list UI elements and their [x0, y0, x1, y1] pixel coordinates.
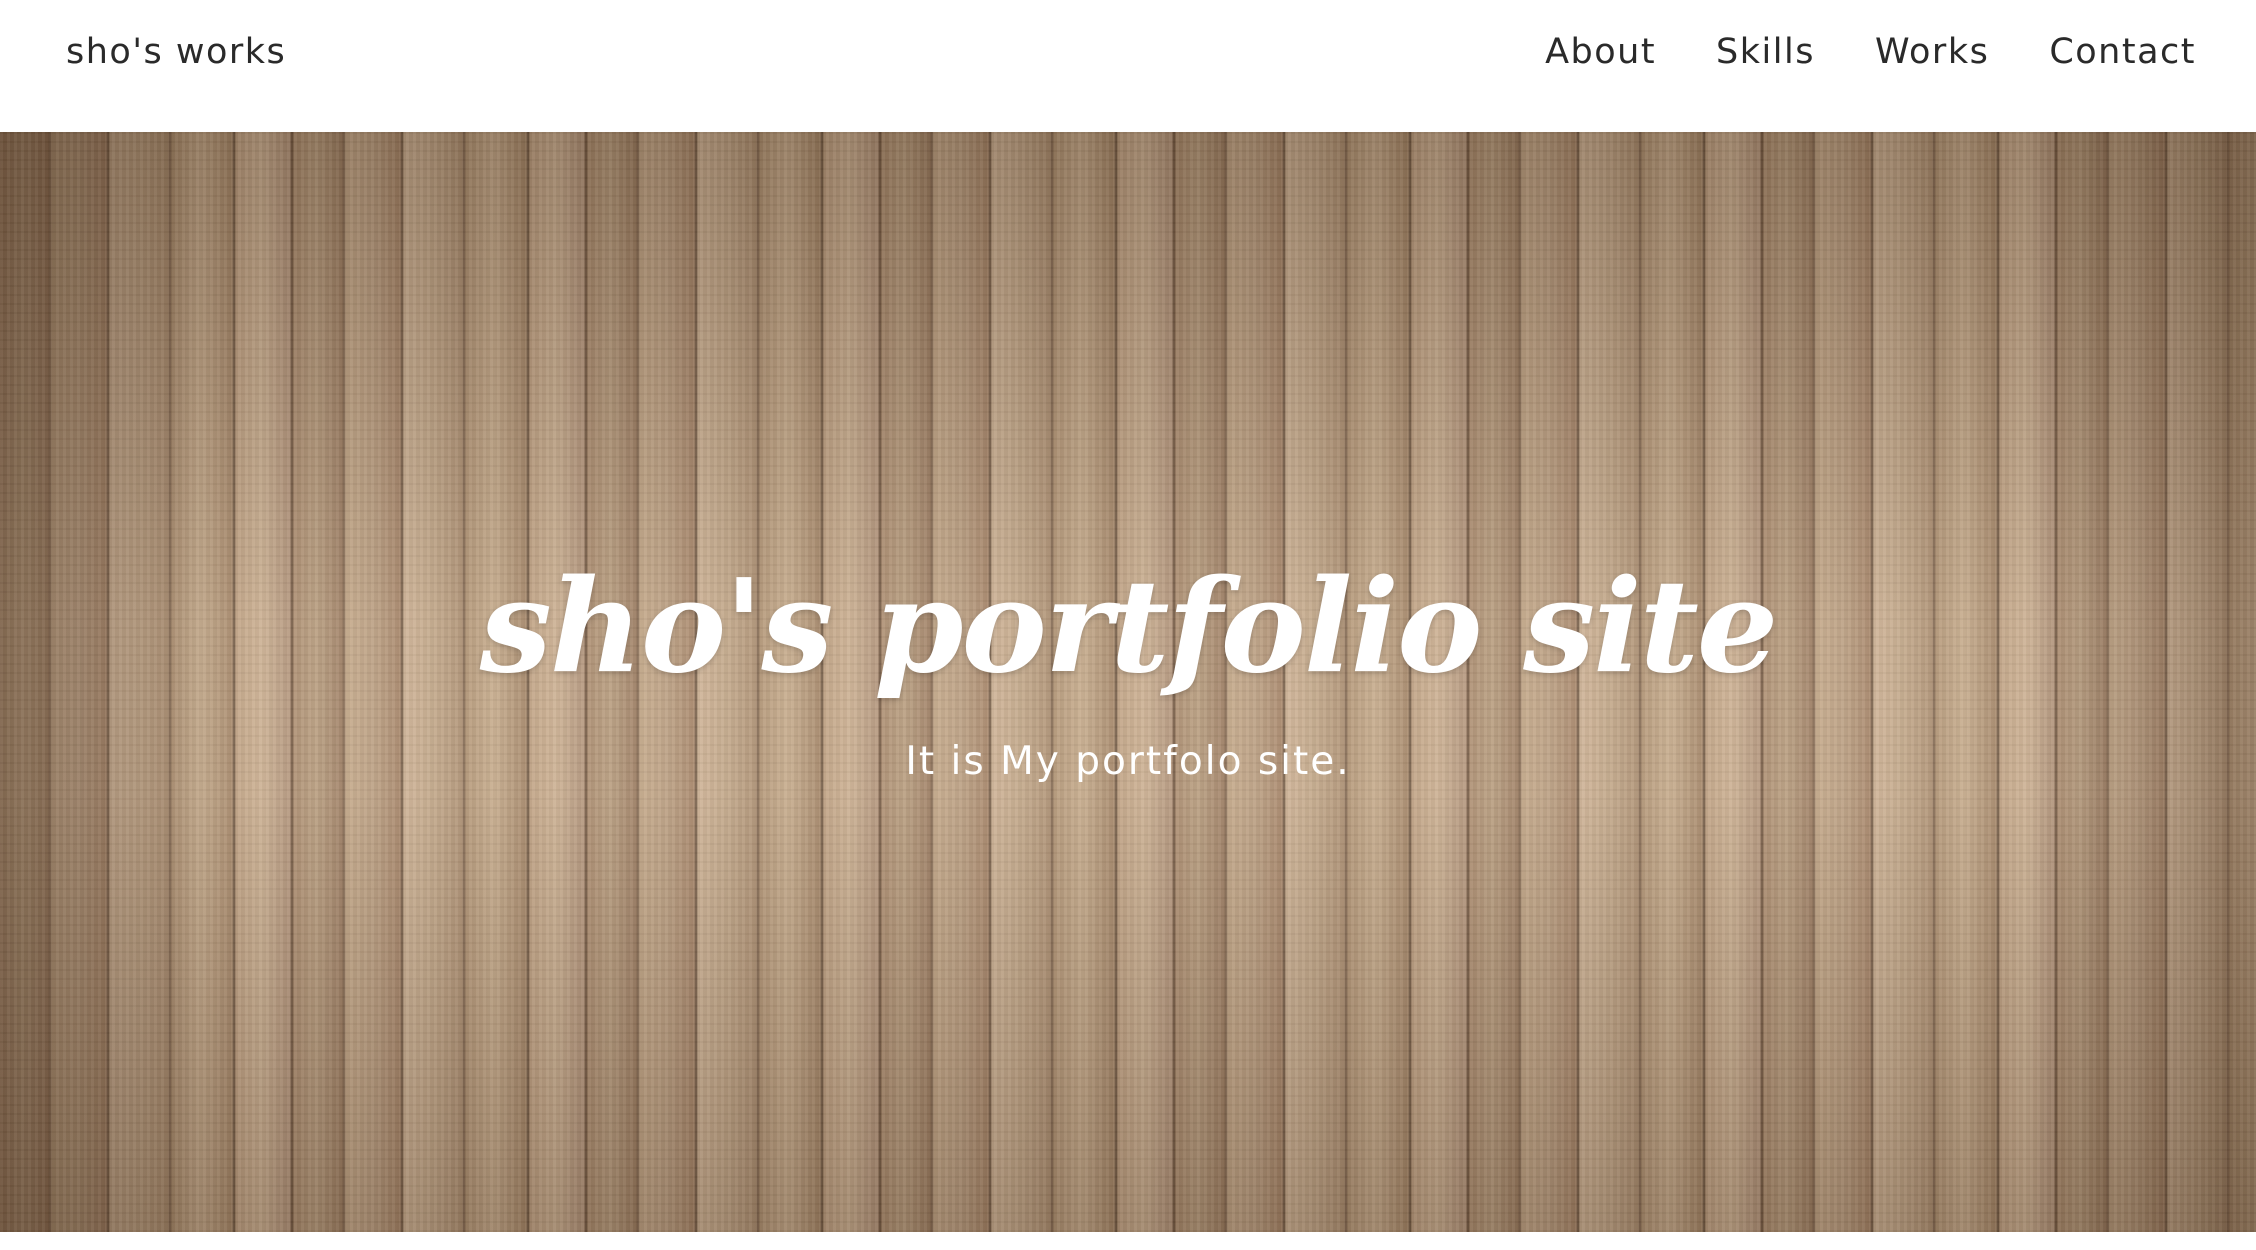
main-nav: About Skills Works Contact — [1545, 22, 2196, 82]
brand-link[interactable]: sho's works — [66, 22, 286, 82]
nav-link-works[interactable]: Works — [1875, 22, 1989, 82]
nav-link-contact[interactable]: Contact — [2049, 22, 2196, 82]
hero-banner: sho's portfolio site It is My portfolo s… — [0, 132, 2256, 1232]
hero-title: sho's portfolio site — [479, 552, 1779, 702]
nav-link-skills[interactable]: Skills — [1716, 22, 1815, 82]
site-header: sho's works About Skills Works Contact — [0, 0, 2256, 132]
nav-link-about[interactable]: About — [1545, 22, 1656, 82]
hero-subtitle: It is My portfolo site. — [905, 739, 1351, 784]
